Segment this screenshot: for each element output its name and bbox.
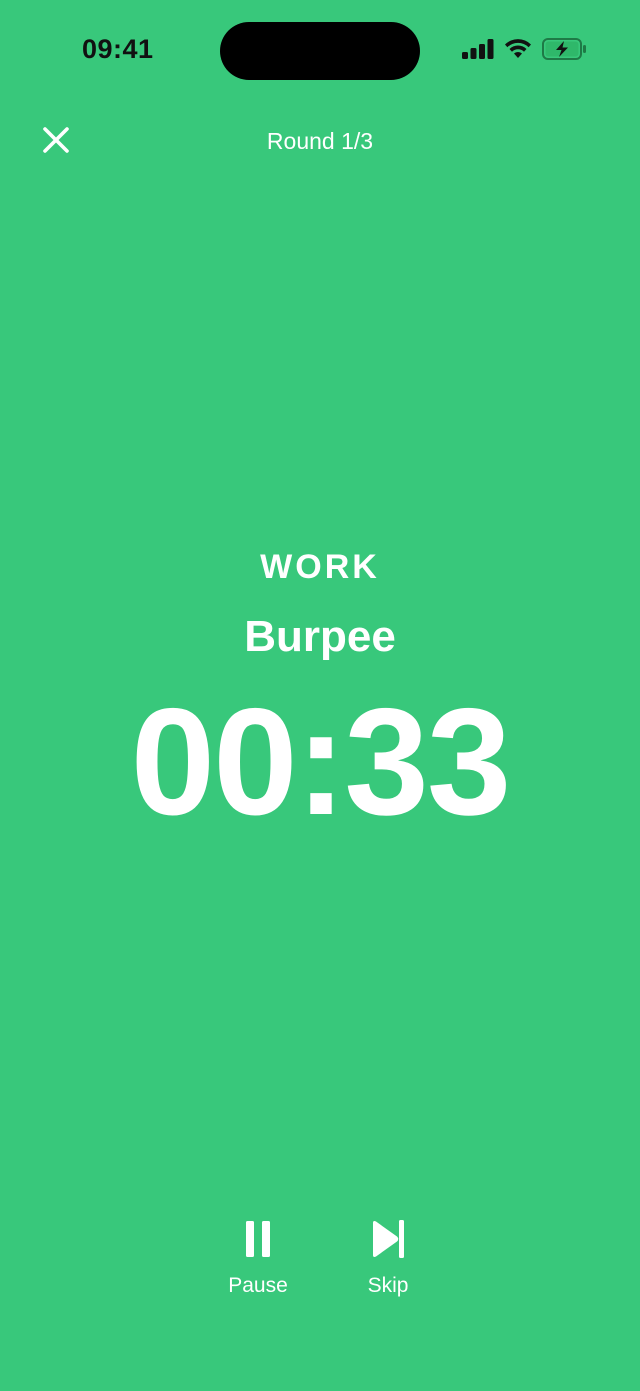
round-indicator: Round 1/3	[266, 128, 374, 154]
cellular-signal-icon	[462, 39, 494, 59]
pause-label: Pause	[228, 1274, 288, 1297]
status-icons	[462, 38, 588, 60]
battery-charging-icon	[542, 38, 588, 60]
skip-button[interactable]: Skip	[333, 1218, 443, 1298]
skip-icon	[333, 1218, 443, 1260]
status-time: 09:41	[82, 34, 154, 64]
dynamic-island	[220, 22, 420, 80]
phase-label: WORK	[260, 548, 380, 586]
wifi-icon	[504, 39, 532, 59]
countdown-timer: 00:33	[130, 677, 512, 847]
pause-button[interactable]: Pause	[203, 1218, 313, 1298]
status-bar: 09:41	[0, 0, 640, 100]
skip-label: Skip	[367, 1274, 409, 1297]
pause-icon	[203, 1218, 313, 1260]
exercise-name: Burpee	[244, 612, 396, 661]
